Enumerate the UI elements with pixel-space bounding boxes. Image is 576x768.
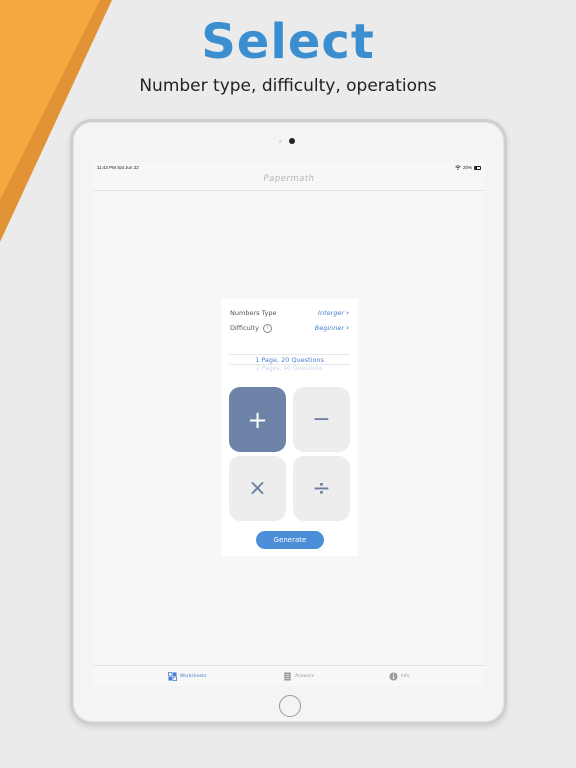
battery-icon [474, 165, 481, 170]
subtraction-button[interactable]: − [293, 387, 350, 452]
tab-worksheets[interactable]: Worksheets [168, 672, 206, 681]
status-time: 11:43 PM Sat Jun 22 [97, 165, 139, 170]
battery-percent: 20% [462, 165, 472, 170]
sensor-dot [279, 140, 282, 143]
promo-subheadline: Number type, difficulty, operations [139, 76, 437, 96]
difficulty-row[interactable]: Difficulty i Beginner › [230, 322, 349, 334]
picker-next-option[interactable]: 2 Pages, 40 Questions [229, 365, 350, 372]
difficulty-label-group: Difficulty i [230, 323, 272, 333]
app-title: Papermath [263, 174, 315, 184]
front-camera [289, 138, 295, 144]
division-button[interactable]: ÷ [293, 456, 350, 521]
difficulty-label: Difficulty [230, 324, 259, 332]
nav-divider [93, 190, 485, 191]
picker-divider-top [229, 354, 350, 355]
tab-info[interactable]: Info [389, 672, 410, 681]
worksheet-settings-card: Numbers Type Interger › Difficulty i Beg… [221, 299, 358, 556]
app-screen: 11:43 PM Sat Jun 22 20% Papermath Number… [93, 162, 485, 686]
tab-label: Worksheets [180, 674, 207, 679]
pages-picker[interactable]: 1 Page, 20 Questions 2 Pages, 40 Questio… [229, 353, 350, 375]
number-type-value[interactable]: Interger › [318, 309, 349, 317]
info-icon[interactable]: i [263, 323, 272, 333]
picker-selected-option[interactable]: 1 Page, 20 Questions [229, 356, 350, 364]
number-type-row[interactable]: Numbers Type Interger › [230, 307, 349, 319]
tab-label: Info [401, 674, 410, 679]
info-icon [389, 672, 398, 681]
difficulty-value-text: Beginner [314, 324, 345, 332]
wifi-icon [455, 165, 461, 170]
difficulty-value[interactable]: Beginner › [315, 324, 349, 332]
multiplication-button[interactable]: × [229, 456, 286, 521]
tab-label: Answers [295, 674, 314, 679]
tab-answers[interactable]: Answers [283, 672, 314, 681]
number-type-label: Numbers Type [230, 309, 277, 317]
status-bar: 11:43 PM Sat Jun 22 20% [93, 162, 485, 172]
generate-button[interactable]: Generate [256, 531, 324, 549]
number-type-value-text: Interger [318, 309, 345, 317]
addition-button[interactable]: + [229, 387, 286, 452]
home-button[interactable] [279, 695, 301, 717]
chevron-right-icon: › [346, 309, 349, 317]
tablet-frame: 11:43 PM Sat Jun 22 20% Papermath Number… [70, 119, 507, 725]
status-indicators: 20% [455, 165, 481, 170]
document-icon [284, 672, 291, 681]
chevron-right-icon: › [346, 324, 349, 332]
grid-icon [168, 672, 177, 681]
tab-bar: Worksheets Answers Info [93, 665, 485, 686]
promo-headline: Select [201, 14, 375, 70]
